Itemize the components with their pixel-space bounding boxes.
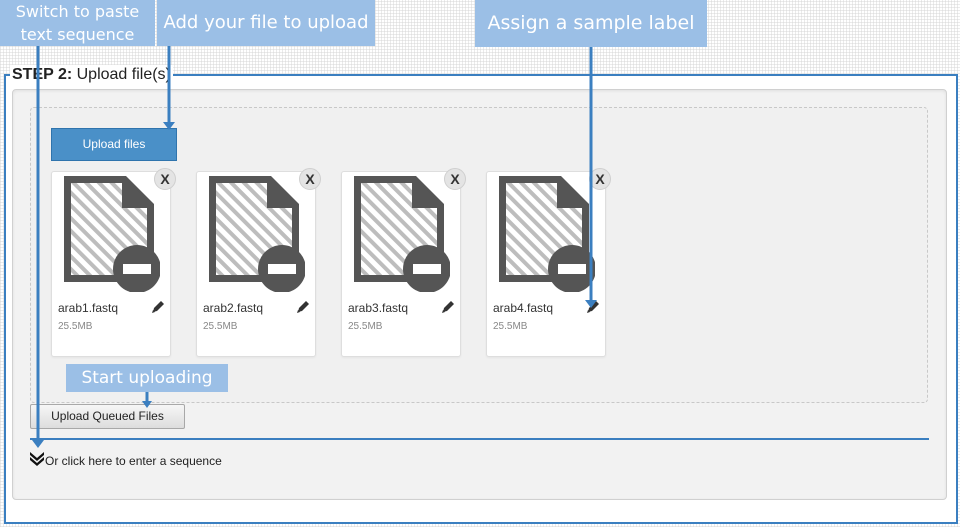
- callout-assign-label: Assign a sample label: [475, 0, 707, 47]
- step-title: Upload file(s): [72, 66, 171, 83]
- file-icon: [209, 176, 305, 292]
- callout-add-file: Add your file to upload: [157, 0, 375, 46]
- file-card: X arab3.fastq 25.5MB: [341, 168, 466, 357]
- step-number: STEP 2:: [12, 66, 73, 83]
- upload-files-button[interactable]: Upload files: [51, 128, 177, 161]
- file-icon: [354, 176, 450, 292]
- callout-start-uploading: Start uploading: [66, 364, 228, 392]
- double-chevron-down-icon[interactable]: [29, 450, 45, 466]
- callout-switch-line1: Switch to paste: [15, 2, 140, 21]
- file-name: arab4.fastq: [493, 301, 554, 315]
- step-legend: STEP 2: Upload file(s): [10, 65, 173, 85]
- pencil-icon[interactable]: [295, 299, 311, 315]
- remove-file-button[interactable]: X: [299, 168, 321, 190]
- file-icon: [499, 176, 595, 292]
- enter-sequence-link[interactable]: Or click here to enter a sequence: [45, 454, 222, 468]
- file-name: arab2.fastq: [203, 301, 264, 315]
- remove-file-button[interactable]: X: [154, 168, 176, 190]
- remove-file-button[interactable]: X: [589, 168, 611, 190]
- file-icon: [64, 176, 160, 292]
- remove-file-button[interactable]: X: [444, 168, 466, 190]
- file-size: 25.5MB: [348, 321, 383, 332]
- file-name: arab3.fastq: [348, 301, 409, 315]
- file-size: 25.5MB: [58, 321, 93, 332]
- pencil-icon[interactable]: [585, 299, 601, 315]
- file-card: X arab2.fastq 25.5MB: [196, 168, 321, 357]
- upload-queued-files-button[interactable]: Upload Queued Files: [30, 404, 185, 429]
- file-card: X arab1.fastq 25.5MB: [51, 168, 176, 357]
- file-card: X arab4.fastq 25.5MB: [486, 168, 611, 357]
- file-size: 25.5MB: [493, 321, 528, 332]
- pencil-icon[interactable]: [150, 299, 166, 315]
- pencil-icon[interactable]: [440, 299, 456, 315]
- file-size: 25.5MB: [203, 321, 238, 332]
- callout-switch-line2: text sequence: [20, 25, 135, 44]
- callout-switch-paste: Switch to paste text sequence: [0, 0, 155, 46]
- file-name: arab1.fastq: [58, 301, 119, 315]
- section-divider: [30, 438, 929, 440]
